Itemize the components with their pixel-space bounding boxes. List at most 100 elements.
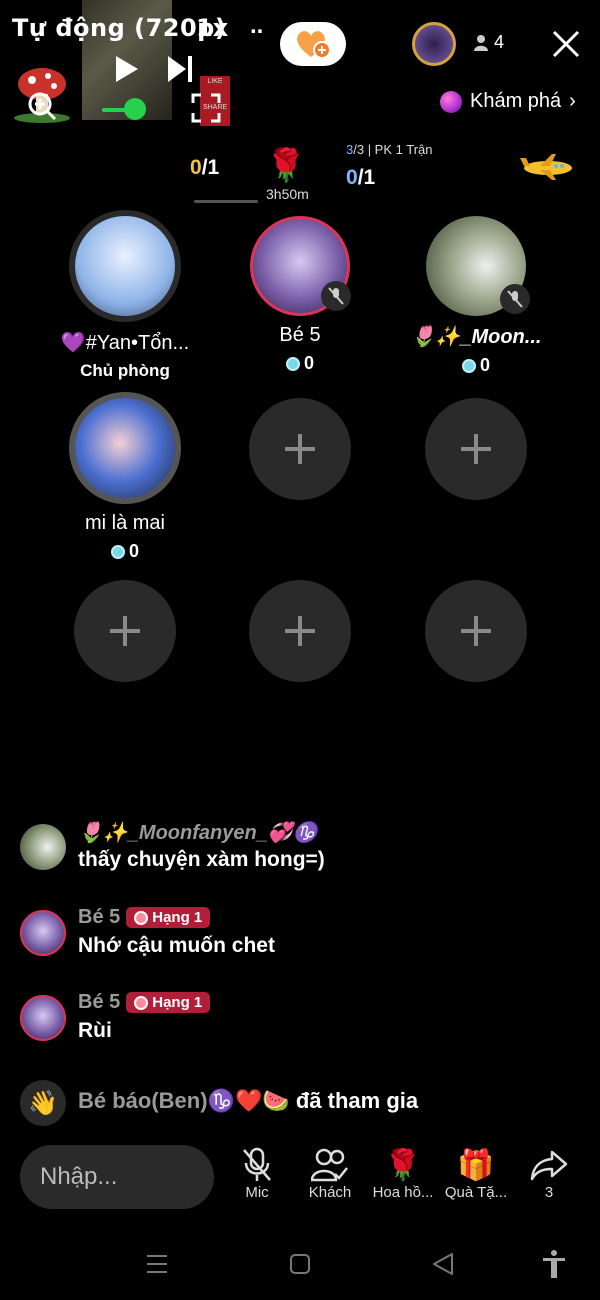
back-icon[interactable]: [428, 1248, 460, 1280]
pk-left-score: 0/1: [190, 156, 219, 180]
pk-round-rest: /3 | PK 1 Trận: [353, 142, 433, 157]
gem-icon: [285, 356, 300, 371]
pk-left-score-current: 0: [190, 156, 202, 179]
empty-seat[interactable]: [401, 580, 551, 682]
empty-seat-circle[interactable]: [249, 398, 351, 500]
avatar: [250, 216, 351, 316]
guests-label: Khách: [308, 1184, 352, 1201]
host-label-text: Chủ phòng: [80, 361, 170, 380]
empty-seat[interactable]: [225, 398, 375, 500]
share-button[interactable]: 3: [513, 1146, 585, 1201]
chat-username[interactable]: Bé 5 Hạng 1: [78, 906, 211, 929]
mic-button[interactable]: Mic: [221, 1146, 293, 1201]
chat-username-text: 🌷✨_Moonfanyen_💞♑: [78, 822, 318, 844]
rose-icon: 🌹: [384, 1148, 422, 1182]
room-avatar[interactable]: [412, 22, 456, 66]
recent-apps-icon[interactable]: [141, 1248, 173, 1280]
fullscreen-icon[interactable]: [190, 92, 222, 124]
mic-muted-badge: [321, 281, 351, 311]
pk-right-score-total: /1: [357, 166, 376, 189]
empty-seat[interactable]: [401, 398, 551, 500]
seat-name: Bé 5: [279, 324, 321, 346]
rose-button[interactable]: 🌹 Hoa hồ...: [367, 1146, 439, 1202]
play-icon[interactable]: [112, 54, 140, 84]
empty-seat-circle[interactable]: [425, 398, 527, 500]
home-icon[interactable]: [284, 1248, 316, 1280]
rank-badge: Hạng 1: [126, 992, 211, 1013]
seat-score-value: 0: [303, 353, 314, 373]
plus-icon: [285, 616, 315, 646]
users-icon: [311, 1148, 348, 1182]
seat-name: mi là mai: [84, 512, 165, 534]
seat-host[interactable]: 💜#Yan•Tổn... Chủ phòng: [50, 210, 200, 381]
empty-seat-circle[interactable]: [425, 580, 527, 682]
empty-seat-circle[interactable]: [74, 580, 176, 682]
seat-4[interactable]: mi là mai 0: [50, 392, 200, 562]
rank-badge-label: Hạng 1: [152, 909, 203, 926]
chat-username[interactable]: Bé 5 Hạng 1: [78, 991, 211, 1014]
skip-next-icon[interactable]: [164, 54, 198, 84]
avatar[interactable]: [20, 995, 66, 1041]
chat-username-text: Bé 5: [78, 991, 121, 1013]
chevron-right-icon: ›: [569, 90, 576, 112]
join-notice-line: Bé báo(Ben)♑❤️🍉 đã tham gia: [78, 1088, 418, 1114]
avatar[interactable]: [20, 824, 66, 870]
avatar: [69, 210, 181, 322]
pk-left-score-total: /1: [201, 156, 220, 179]
more-menu[interactable]: ..: [250, 12, 263, 40]
chat-input[interactable]: Nhập...: [20, 1145, 214, 1209]
quality-selector[interactable]: Tự động (720p): [12, 14, 226, 42]
seat-3[interactable]: 🌷✨_Moon... 0: [401, 216, 551, 376]
chat-text: Rùi: [78, 1019, 112, 1042]
person-icon: [474, 34, 488, 51]
pk-timer: 3h50m: [266, 186, 309, 202]
chat-text: thấy chuyện xàm hong=): [78, 848, 325, 871]
join-username[interactable]: Bé báo(Ben)♑❤️🍉: [78, 1088, 290, 1113]
avatar: [69, 392, 181, 504]
pk-right-score-current: 0: [346, 166, 358, 189]
chat-input-placeholder: Nhập...: [40, 1163, 118, 1190]
seat-2[interactable]: Bé 5 0: [225, 216, 375, 374]
follow-heart-button[interactable]: [280, 22, 346, 66]
pk-progress-bar: [194, 200, 258, 203]
planet-icon: [440, 90, 462, 113]
viewer-count-label: 4: [494, 32, 505, 52]
heart-plus-icon: [297, 31, 331, 59]
seat-score: 0: [225, 353, 375, 374]
empty-seat[interactable]: [50, 580, 200, 682]
share-arrow-icon: [530, 1150, 568, 1181]
seat-score-value: 0: [479, 355, 490, 375]
empty-seat-circle[interactable]: [249, 580, 351, 682]
accessibility-icon[interactable]: [538, 1248, 570, 1280]
empty-seat[interactable]: [225, 580, 375, 682]
seat-score-value: 0: [128, 541, 139, 561]
explore-button[interactable]: Khám phá ›: [440, 90, 576, 113]
plus-icon: [461, 616, 491, 646]
rank-badge-label: Hạng 1: [152, 994, 203, 1011]
speed-selector[interactable]: 1x: [196, 14, 228, 42]
close-icon[interactable]: [550, 28, 582, 60]
avatar[interactable]: [20, 910, 66, 956]
pk-right-score: 0/1: [346, 166, 375, 190]
chat-username-text: Bé 5: [78, 906, 121, 928]
chat-text: Nhớ cậu muốn chet: [78, 934, 275, 957]
mic-off-icon: [243, 1147, 271, 1181]
gift-icon: 🎁: [457, 1148, 495, 1182]
volume-slider-thumb[interactable]: [124, 98, 146, 120]
viewer-count[interactable]: 4: [474, 32, 504, 53]
share-count: 3: [544, 1184, 554, 1201]
seat-name: 🌷✨_Moon...: [410, 326, 542, 348]
pk-round-info: 3/3 | PK 1 Trận: [346, 142, 433, 157]
rose-icon: 🌹: [266, 147, 306, 183]
seat-score: 0: [401, 355, 551, 376]
zoom-in-icon[interactable]: [26, 90, 58, 122]
join-text: đã tham gia: [295, 1088, 419, 1113]
seat-score: 0: [50, 541, 200, 562]
mic-off-icon: [507, 290, 523, 308]
like-label: LIKE: [207, 78, 223, 85]
chat-username[interactable]: 🌷✨_Moonfanyen_💞♑: [78, 820, 318, 845]
guests-button[interactable]: Khách: [294, 1146, 366, 1201]
wave-hand-icon: 👋: [20, 1080, 66, 1126]
airplane-icon[interactable]: [518, 152, 578, 182]
gift-button[interactable]: 🎁 Quà Tặ...: [440, 1146, 512, 1202]
